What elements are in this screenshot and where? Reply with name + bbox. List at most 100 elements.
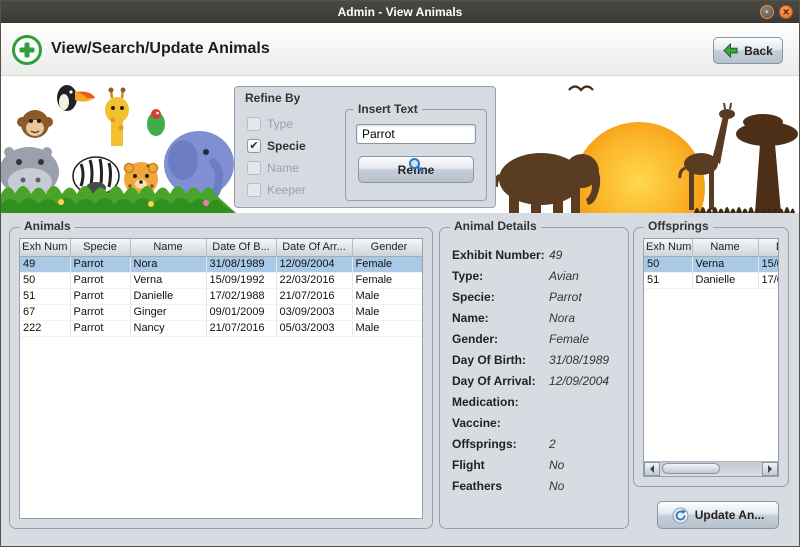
offsprings-scrollpane: Exh NumNameDat...50Verna15/051Danielle17… [643,238,779,477]
table-cell[interactable]: 03/09/2003 [276,304,352,320]
checkbox-type: Type [247,113,306,135]
add-icon [11,34,43,66]
table-cell[interactable]: Parrot [70,288,130,304]
table-cell[interactable]: Male [352,304,423,320]
detail-row: Exhibit Number:49 [452,244,622,265]
update-animal-button[interactable]: Update An... [657,501,779,529]
refine-button[interactable]: Refine [358,156,474,183]
table-cell[interactable]: 15/0 [758,256,779,272]
column-header[interactable]: Name [130,239,206,256]
table-cell[interactable]: 222 [20,320,70,336]
cartoon-animals-image [1,76,236,213]
table-row[interactable]: 51ParrotDanielle17/02/198821/07/2016Male [20,288,423,304]
detail-label: Medication: [452,395,549,409]
checkbox-name: Name [247,157,306,179]
column-header[interactable]: Date Of B... [206,239,276,256]
animals-table[interactable]: Exh NumSpecieNameDate Of B...Date Of Arr… [20,239,423,337]
table-cell[interactable]: 15/09/1992 [206,272,276,288]
table-row[interactable]: 50Verna15/0 [644,256,779,272]
table-cell[interactable]: Parrot [70,304,130,320]
horizontal-scrollbar[interactable] [644,461,778,476]
safari-sunset-image [479,76,799,213]
column-header[interactable]: Dat... [758,239,779,256]
table-cell[interactable]: 05/03/2003 [276,320,352,336]
column-header[interactable]: Gender [352,239,423,256]
table-cell[interactable]: Verna [692,256,758,272]
checkbox-specie[interactable]: ✔Specie [247,135,306,157]
table-row[interactable]: 49ParrotNora31/08/198912/09/2004Female [20,256,423,272]
update-button-label: Update An... [695,508,765,522]
checkbox-box [247,117,261,131]
table-cell[interactable]: 31/08/1989 [206,256,276,272]
table-cell[interactable]: Parrot [70,320,130,336]
table-cell[interactable]: 17/02/1988 [206,288,276,304]
column-header[interactable]: Date Of Arr... [276,239,352,256]
minimize-button[interactable]: • [760,5,774,19]
table-cell[interactable]: 50 [644,256,692,272]
detail-value: 31/08/1989 [549,353,609,367]
table-cell[interactable]: 09/01/2009 [206,304,276,320]
table-cell[interactable]: 67 [20,304,70,320]
scroll-left-button[interactable] [644,462,660,476]
back-button[interactable]: Back [713,37,783,64]
table-cell[interactable]: 12/09/2004 [276,256,352,272]
scroll-right-button[interactable] [762,462,778,476]
detail-row: Offsprings:2 [452,433,622,454]
animal-details-title: Animal Details [450,219,541,233]
detail-row: Day Of Arrival:12/09/2004 [452,370,622,391]
column-header[interactable]: Name [692,239,758,256]
table-cell[interactable]: Danielle [692,272,758,288]
checkbox-keeper: Keeper [247,179,306,201]
checkbox-box[interactable]: ✔ [247,139,261,153]
table-cell[interactable]: Male [352,288,423,304]
table-cell[interactable]: Nora [130,256,206,272]
offsprings-group: Offsprings Exh NumNameDat...50Verna15/05… [633,227,789,487]
close-button[interactable]: ✕ [779,5,793,19]
titlebar: Admin - View Animals • ✕ [1,1,799,23]
table-cell[interactable]: Parrot [70,256,130,272]
search-input[interactable] [356,124,476,144]
table-row[interactable]: 67ParrotGinger09/01/200903/09/2003Male [20,304,423,320]
column-header[interactable]: Exh Num [20,239,70,256]
table-cell[interactable]: 49 [20,256,70,272]
checkbox-box [247,183,261,197]
table-cell[interactable]: 50 [20,272,70,288]
checkbox-label: Type [267,117,293,131]
table-cell[interactable]: 21/07/2016 [206,320,276,336]
table-cell[interactable]: Verna [130,272,206,288]
table-cell[interactable]: 22/03/2016 [276,272,352,288]
table-cell[interactable]: Danielle [130,288,206,304]
table-cell[interactable]: Female [352,256,423,272]
detail-row: Type:Avian [452,265,622,286]
detail-value: Parrot [549,290,582,304]
table-cell[interactable]: 21/07/2016 [276,288,352,304]
table-row[interactable]: 50ParrotVerna15/09/199222/03/2016Female [20,272,423,288]
table-cell[interactable]: Nancy [130,320,206,336]
table-cell[interactable]: Female [352,272,423,288]
table-cell[interactable]: Male [352,320,423,336]
column-header[interactable]: Specie [70,239,130,256]
table-cell[interactable]: 51 [644,272,692,288]
table-cell[interactable]: Parrot [70,272,130,288]
table-cell[interactable]: 17/0 [758,272,779,288]
column-header[interactable]: Exh Num [644,239,692,256]
detail-label: Specie: [452,290,549,304]
scrollbar-track[interactable] [660,462,762,476]
table-cell[interactable]: Ginger [130,304,206,320]
back-button-label: Back [744,44,773,58]
detail-row: FeathersNo [452,475,622,496]
scrollbar-thumb[interactable] [662,463,720,474]
detail-row: Medication: [452,391,622,412]
main-content: Animals Exh NumSpecieNameDate Of B...Dat… [1,213,799,546]
detail-value: 12/09/2004 [549,374,609,388]
table-row[interactable]: 51Danielle17/0 [644,272,779,288]
animal-details-group: Animal Details Exhibit Number:49Type:Avi… [439,227,629,529]
table-row[interactable]: 222ParrotNancy21/07/201605/03/2003Male [20,320,423,336]
offsprings-group-title: Offsprings [644,219,713,233]
detail-value: 2 [549,437,556,451]
offsprings-table[interactable]: Exh NumNameDat...50Verna15/051Danielle17… [644,239,779,289]
detail-value: No [549,479,564,493]
table-cell[interactable]: 51 [20,288,70,304]
detail-row: Vaccine: [452,412,622,433]
checkbox-box [247,161,261,175]
